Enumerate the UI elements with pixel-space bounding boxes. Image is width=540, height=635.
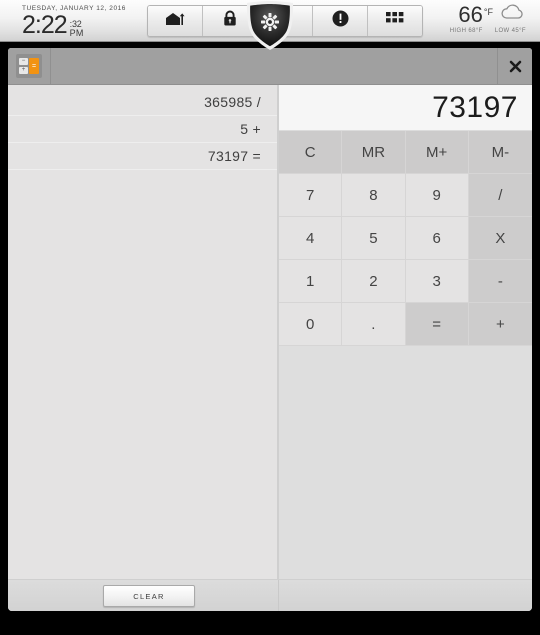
weather-low: LOW 45°F (494, 28, 526, 34)
weather-widget: 66 °F HIGH 68°F LOW 45°F (406, 2, 526, 35)
app-icon-minus-key: − (19, 58, 28, 65)
cloud-icon (500, 4, 526, 25)
key-memory-add[interactable]: M+ (405, 131, 469, 174)
clear-history-button[interactable]: CLEAR (103, 585, 195, 607)
key-memory-recall[interactable]: MR (342, 131, 406, 174)
alert-icon (332, 10, 349, 32)
calculator-display: 73197 (279, 85, 532, 131)
garage-door-icon (165, 11, 185, 32)
calculator-keypad: C MR M+ M- 7 8 9 / 4 5 6 X 1 2 3 - 0 . =… (279, 131, 532, 346)
key-2[interactable]: 2 (342, 260, 406, 303)
title-divider (50, 48, 51, 84)
key-7[interactable]: 7 (279, 174, 343, 217)
app-icon-plus-key: + (19, 67, 28, 74)
app-icon-equals-key: = (29, 58, 39, 74)
key-memory-subtract[interactable]: M- (468, 131, 532, 174)
window-title-bar: − + = (8, 48, 532, 85)
system-status-bar: TUESDAY, JANUARY 12, 2016 2:22 :32 PM 66… (0, 0, 540, 50)
key-add[interactable]: + (468, 303, 532, 346)
clock-ampm: PM (69, 28, 84, 38)
key-subtract[interactable]: - (468, 260, 532, 303)
key-equals[interactable]: = (405, 303, 469, 346)
key-multiply[interactable]: X (468, 217, 532, 260)
key-6[interactable]: 6 (405, 217, 469, 260)
key-decimal[interactable]: . (342, 303, 406, 346)
apps-grid-icon (386, 11, 404, 31)
key-3[interactable]: 3 (405, 260, 469, 303)
display-value: 73197 (432, 90, 518, 124)
key-divide[interactable]: / (468, 174, 532, 217)
window-footer: CLEAR (8, 579, 532, 611)
key-4[interactable]: 4 (279, 217, 343, 260)
key-9[interactable]: 9 (405, 174, 469, 217)
close-icon (509, 60, 522, 73)
lock-icon (223, 10, 237, 32)
history-row: 365985 / (8, 89, 277, 116)
weather-high: HIGH 68°F (449, 28, 483, 34)
window-body: 365985 / 5 + 73197 = 73197 C MR M+ M- 7 … (8, 85, 532, 611)
nav-button-alerts[interactable] (313, 6, 368, 36)
calculation-history-panel: 365985 / 5 + 73197 = (8, 85, 278, 580)
key-clear[interactable]: C (279, 131, 343, 174)
clock-widget: TUESDAY, JANUARY 12, 2016 2:22 :32 PM (22, 5, 162, 38)
key-0[interactable]: 0 (279, 303, 343, 346)
weather-unit: °F (483, 6, 493, 17)
close-window-button[interactable] (497, 48, 532, 84)
clock-time: 2:22 (22, 11, 68, 39)
key-8[interactable]: 8 (342, 174, 406, 217)
calculator-panel: 73197 C MR M+ M- 7 8 9 / 4 5 6 X 1 2 3 -… (279, 85, 532, 580)
history-row: 5 + (8, 116, 277, 143)
key-1[interactable]: 1 (279, 260, 343, 303)
history-row: 73197 = (8, 143, 277, 170)
calculator-window: − + = 365985 / 5 + 73197 = 73197 C MR M+… (8, 48, 532, 611)
weather-temperature: 66 (458, 2, 483, 27)
settings-shield-badge[interactable] (241, 0, 299, 52)
nav-button-garage[interactable] (148, 6, 203, 36)
key-5[interactable]: 5 (342, 217, 406, 260)
clock-seconds: :32 (69, 19, 82, 29)
calculator-icon: − + = (16, 54, 42, 78)
footer-divider (278, 580, 279, 611)
